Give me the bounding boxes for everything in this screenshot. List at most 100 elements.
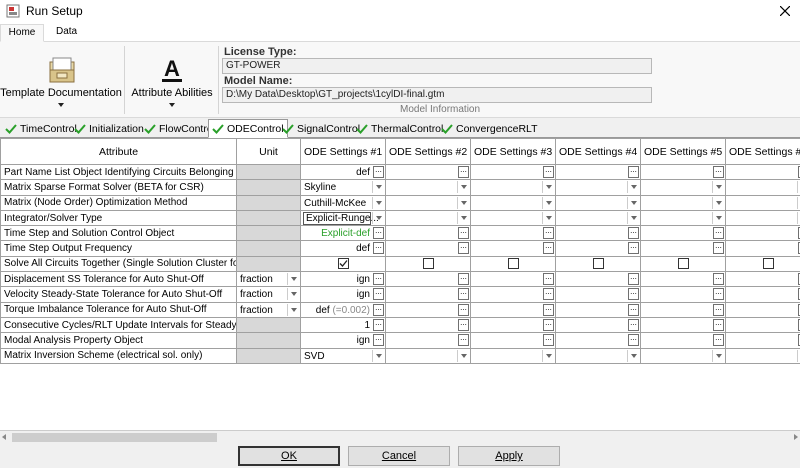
dropdown-cell[interactable] bbox=[725, 209, 800, 227]
ellipsis-button[interactable]: ... bbox=[543, 227, 554, 240]
chevron-down-icon[interactable] bbox=[546, 353, 552, 358]
chevron-down-icon[interactable] bbox=[631, 353, 637, 358]
dropdown-cell[interactable] bbox=[385, 209, 471, 227]
ellipsis-button[interactable]: ... bbox=[543, 288, 554, 301]
checkbox[interactable] bbox=[422, 258, 434, 270]
ellipsis-button[interactable]: ... bbox=[543, 318, 554, 331]
ellipsis-button[interactable]: ... bbox=[373, 288, 384, 301]
ellipsis-button[interactable]: ... bbox=[713, 303, 724, 316]
dropdown-cell[interactable] bbox=[555, 179, 641, 196]
ellipsis-button[interactable]: ... bbox=[373, 227, 384, 240]
dropdown-cell[interactable] bbox=[725, 194, 800, 211]
value-cell[interactable]: ... bbox=[470, 286, 556, 303]
ellipsis-button[interactable]: ... bbox=[628, 227, 639, 240]
value-cell[interactable]: def... bbox=[300, 240, 386, 257]
chevron-down-icon[interactable] bbox=[631, 185, 637, 190]
template-documentation-button[interactable]: Template Documentation bbox=[0, 42, 122, 118]
ellipsis-button[interactable]: ... bbox=[628, 242, 639, 255]
tab-timecontrol[interactable]: TimeControl bbox=[2, 120, 80, 138]
ellipsis-button[interactable]: ... bbox=[373, 303, 384, 316]
value-cell[interactable]: ... bbox=[725, 301, 800, 318]
apply-button[interactable]: Apply bbox=[458, 446, 560, 466]
value-cell[interactable]: ... bbox=[640, 240, 726, 257]
chevron-down-icon[interactable] bbox=[546, 185, 552, 190]
ellipsis-button[interactable]: ... bbox=[713, 318, 724, 331]
ellipsis-button[interactable]: ... bbox=[543, 242, 554, 255]
dropdown-cell[interactable] bbox=[640, 347, 726, 364]
value-cell[interactable]: ... bbox=[555, 316, 641, 334]
ellipsis-button[interactable]: ... bbox=[628, 318, 639, 331]
value-cell[interactable]: def (=0.002)... bbox=[300, 301, 386, 318]
scroll-left-icon[interactable] bbox=[2, 434, 6, 440]
dropdown-cell[interactable]: Cuthill-McKee bbox=[300, 194, 386, 211]
value-cell[interactable]: ... bbox=[385, 286, 471, 303]
ellipsis-button[interactable]: ... bbox=[713, 242, 724, 255]
ellipsis-button[interactable]: ... bbox=[458, 166, 469, 178]
ribbon-tab-data[interactable]: Data bbox=[46, 24, 87, 42]
value-cell[interactable]: ... bbox=[385, 163, 471, 181]
dropdown-cell[interactable]: Skyline bbox=[300, 179, 386, 196]
dropdown-cell[interactable] bbox=[555, 194, 641, 211]
unit-dropdown[interactable]: fraction bbox=[236, 301, 301, 318]
value-cell[interactable]: ... bbox=[385, 316, 471, 334]
value-cell[interactable]: ... bbox=[555, 332, 641, 349]
ellipsis-button[interactable]: ... bbox=[628, 303, 639, 316]
value-cell[interactable]: ign... bbox=[300, 332, 386, 349]
tab-flowcontrol[interactable]: FlowControl bbox=[141, 120, 218, 138]
ellipsis-button[interactable]: ... bbox=[713, 334, 724, 347]
value-cell[interactable]: ... bbox=[640, 316, 726, 334]
chevron-down-icon[interactable] bbox=[461, 200, 467, 205]
value-cell[interactable]: ... bbox=[640, 286, 726, 303]
tab-initialization[interactable]: Initialization bbox=[71, 120, 147, 138]
chevron-down-icon[interactable] bbox=[546, 215, 552, 220]
value-cell[interactable]: ign... bbox=[300, 286, 386, 303]
ellipsis-button[interactable]: ... bbox=[713, 227, 724, 240]
ellipsis-button[interactable]: ... bbox=[543, 166, 554, 178]
value-cell[interactable]: ... bbox=[470, 240, 556, 257]
chevron-down-icon[interactable] bbox=[461, 215, 467, 220]
value-cell[interactable]: Explicit-def... bbox=[300, 225, 386, 242]
dropdown-cell[interactable]: SVD bbox=[300, 347, 386, 364]
dropdown-cell[interactable] bbox=[555, 347, 641, 364]
dropdown-cell[interactable] bbox=[470, 179, 556, 196]
ellipsis-button[interactable]: ... bbox=[458, 242, 469, 255]
value-cell[interactable]: ... bbox=[725, 316, 800, 334]
value-cell[interactable]: ... bbox=[470, 163, 556, 181]
ellipsis-button[interactable]: ... bbox=[458, 273, 469, 286]
value-cell[interactable]: ... bbox=[725, 271, 800, 288]
value-cell[interactable]: ... bbox=[470, 271, 556, 288]
chevron-down-icon[interactable] bbox=[376, 200, 382, 205]
ellipsis-button[interactable]: ... bbox=[373, 242, 384, 255]
value-cell[interactable]: ... bbox=[725, 240, 800, 257]
value-cell[interactable]: ... bbox=[470, 332, 556, 349]
horizontal-scrollbar[interactable] bbox=[0, 430, 800, 443]
value-cell[interactable]: ... bbox=[640, 225, 726, 242]
chevron-down-icon[interactable] bbox=[376, 215, 382, 220]
chevron-down-icon[interactable] bbox=[631, 200, 637, 205]
value-cell[interactable]: ... bbox=[725, 225, 800, 242]
chevron-down-icon[interactable] bbox=[631, 215, 637, 220]
chevron-down-icon[interactable] bbox=[291, 277, 297, 282]
ellipsis-button[interactable]: ... bbox=[543, 273, 554, 286]
checkbox[interactable] bbox=[507, 258, 519, 270]
ellipsis-button[interactable]: ... bbox=[458, 288, 469, 301]
ellipsis-button[interactable]: ... bbox=[628, 334, 639, 347]
cancel-button[interactable]: Cancel bbox=[348, 446, 450, 466]
chevron-down-icon[interactable] bbox=[716, 215, 722, 220]
ok-button[interactable]: OK bbox=[238, 446, 340, 466]
chevron-down-icon[interactable] bbox=[461, 353, 467, 358]
ellipsis-button[interactable]: ... bbox=[373, 334, 384, 347]
value-cell[interactable]: ... bbox=[555, 225, 641, 242]
chevron-down-icon[interactable] bbox=[291, 307, 297, 312]
ellipsis-button[interactable]: ... bbox=[713, 273, 724, 286]
value-cell[interactable]: ign... bbox=[300, 271, 386, 288]
ellipsis-button[interactable]: ... bbox=[373, 273, 384, 286]
value-cell[interactable]: ... bbox=[555, 163, 641, 181]
chevron-down-icon[interactable] bbox=[546, 200, 552, 205]
value-cell[interactable]: ... bbox=[385, 271, 471, 288]
dropdown-cell[interactable] bbox=[470, 209, 556, 227]
value-cell[interactable]: ... bbox=[640, 332, 726, 349]
value-cell[interactable]: ... bbox=[385, 225, 471, 242]
ellipsis-button[interactable]: ... bbox=[373, 166, 384, 178]
ellipsis-button[interactable]: ... bbox=[628, 273, 639, 286]
